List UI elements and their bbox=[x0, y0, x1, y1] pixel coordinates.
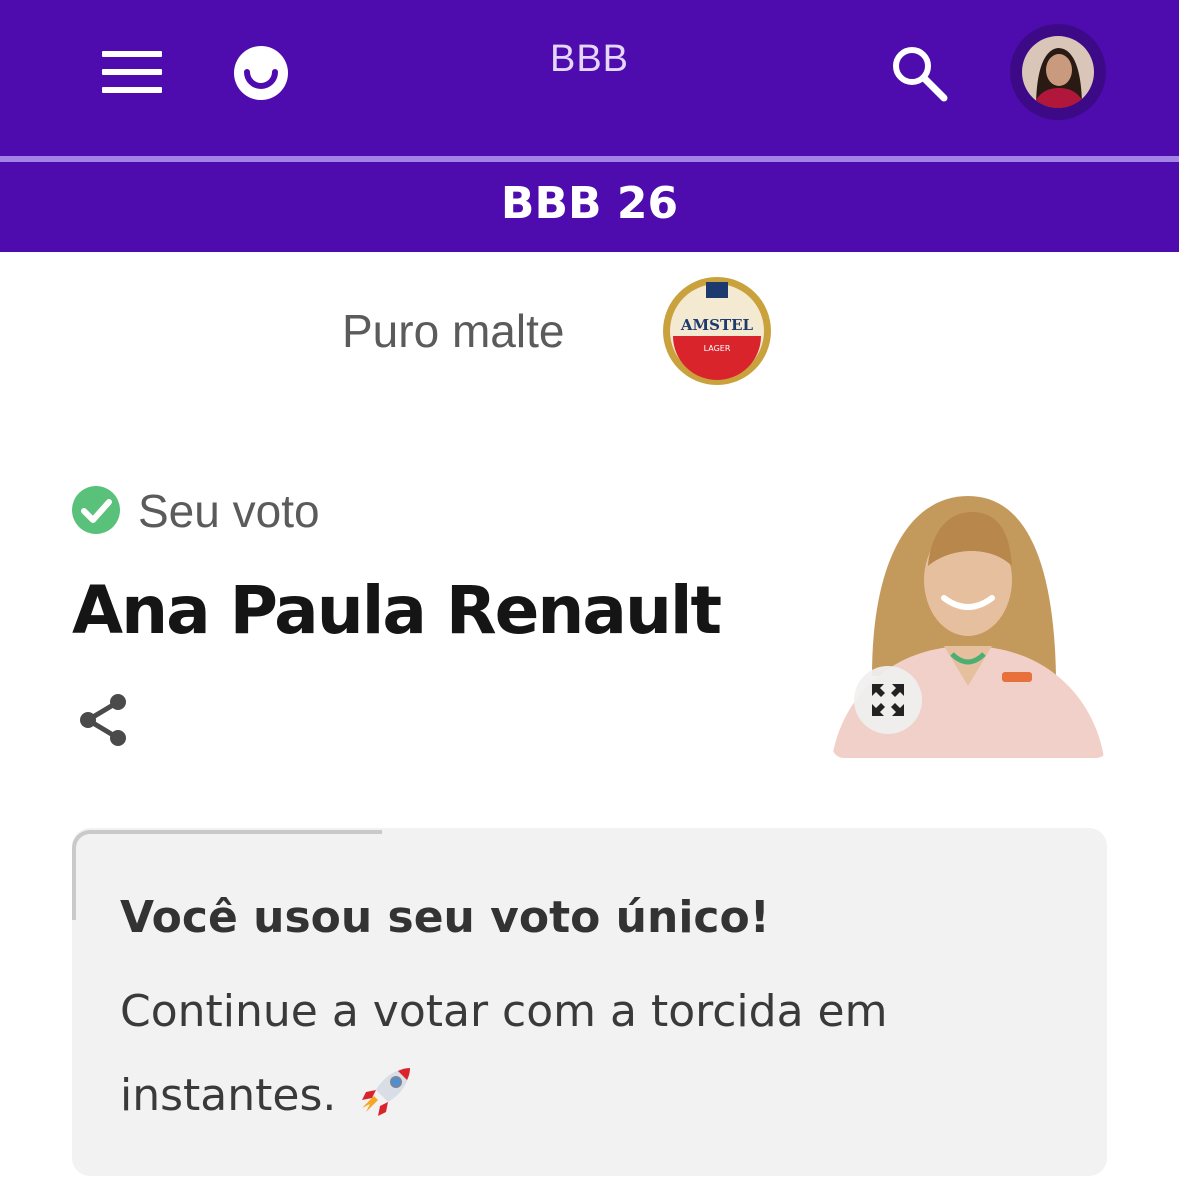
user-avatar-button[interactable] bbox=[1010, 24, 1106, 120]
sponsor-logo-subtext: LAGER bbox=[704, 344, 731, 353]
sponsor-logo: AMSTEL LAGER bbox=[663, 277, 771, 385]
notice-title: Você usou seu voto único! bbox=[120, 892, 770, 943]
search-icon[interactable] bbox=[888, 42, 952, 106]
notice-body-text: Continue a votar com a torcida em instan… bbox=[120, 986, 888, 1121]
section-title: BBB 26 bbox=[500, 178, 679, 229]
expand-icon bbox=[872, 684, 904, 716]
expand-photo-button[interactable] bbox=[854, 666, 922, 734]
candidate-name: Ana Paula Renault bbox=[72, 572, 722, 649]
sponsor-tagline: Puro malte bbox=[342, 305, 565, 357]
sponsor-logo-text: AMSTEL bbox=[680, 316, 754, 334]
app-title: BBB bbox=[549, 38, 630, 80]
menu-line-bottom bbox=[102, 87, 162, 93]
avatar bbox=[1022, 36, 1094, 108]
check-circle-icon bbox=[72, 486, 120, 534]
rocket-icon bbox=[362, 1068, 411, 1116]
vote-status-label: Seu voto bbox=[138, 485, 320, 537]
notice-body: Continue a votar com a torcida em instan… bbox=[120, 970, 1020, 1138]
share-icon[interactable] bbox=[74, 690, 134, 750]
